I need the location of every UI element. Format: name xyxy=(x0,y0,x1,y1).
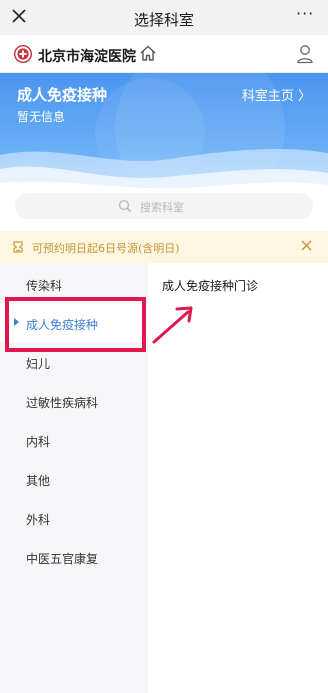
clinic-item-adult-immunization[interactable]: 成人免疫接种门诊 xyxy=(162,277,258,294)
department-banner: 成人免疫接种 暂无信息 科室主页 〉 xyxy=(0,73,328,193)
department-home-link[interactable]: 科室主页 〉 xyxy=(242,85,311,104)
hospital-name: 北京市海淀医院 xyxy=(38,49,136,65)
hospital-logo-icon xyxy=(14,45,32,63)
sidebar-item-label: 内科 xyxy=(26,435,51,449)
notice-icon xyxy=(13,241,23,253)
notice-bar: 可预约明日起6日号源(含明日) xyxy=(0,231,328,263)
home-icon[interactable] xyxy=(139,44,157,62)
search-section: 搜索科室 xyxy=(0,193,328,231)
sidebar-item-label: 传染科 xyxy=(26,279,63,293)
highlight-box xyxy=(5,297,146,352)
page-title: 选择科室 xyxy=(133,11,194,29)
department-title: 成人免疫接种 xyxy=(17,86,108,104)
sidebar-item-label: 过敏性疾病科 xyxy=(26,396,99,410)
sidebar-item-label: 中医五官康复 xyxy=(26,552,99,566)
annotation-arrow-icon xyxy=(152,306,193,344)
sidebar-item-label: 其他 xyxy=(26,474,51,488)
search-placeholder: 搜索科室 xyxy=(140,201,184,214)
sidebar-item-allergy[interactable]: 过敏性疾病科 xyxy=(0,382,148,420)
sidebar-item-label: 妇儿 xyxy=(26,357,51,371)
notice-text: 可预约明日起6日号源(含明日) xyxy=(32,242,180,255)
more-options-icon[interactable]: ··· xyxy=(296,6,316,25)
sidebar-item-tcm-ent-rehab[interactable]: 中医五官康复 xyxy=(0,538,148,576)
title-bar: 选择科室 ··· xyxy=(0,0,328,35)
department-info: 暂无信息 xyxy=(17,110,66,124)
search-icon xyxy=(118,199,132,213)
sidebar-item-internal-medicine[interactable]: 内科 xyxy=(0,421,148,459)
hospital-header: 北京市海淀医院 xyxy=(0,35,328,73)
sidebar-item-label: 外科 xyxy=(26,513,51,527)
user-profile-icon[interactable] xyxy=(296,44,314,64)
close-notice-icon[interactable] xyxy=(300,239,313,252)
sidebar-item-other[interactable]: 其他 xyxy=(0,460,148,498)
sidebar-item-surgery[interactable]: 外科 xyxy=(0,499,148,537)
search-input[interactable]: 搜索科室 xyxy=(15,193,313,219)
